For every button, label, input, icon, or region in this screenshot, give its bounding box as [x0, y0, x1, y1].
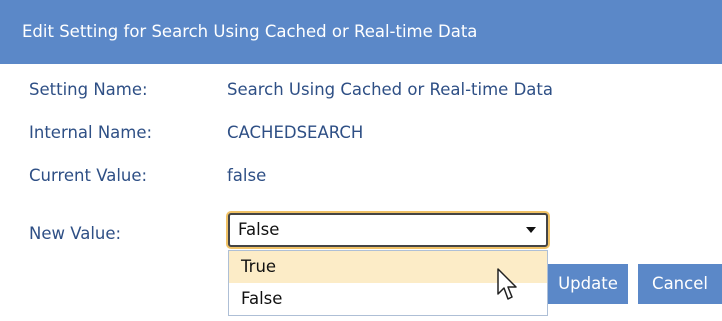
- internal-name-label: Internal Name:: [29, 123, 153, 142]
- setting-name-label: Setting Name:: [29, 80, 148, 99]
- cancel-button[interactable]: Cancel: [638, 264, 722, 304]
- new-value-select[interactable]: False: [228, 213, 548, 247]
- setting-name-value: Search Using Cached or Real-time Data: [227, 80, 553, 99]
- new-value-selected-text: False: [238, 220, 280, 239]
- current-value-label: Current Value:: [29, 166, 148, 185]
- chevron-down-icon[interactable]: [526, 227, 536, 233]
- internal-name-value: CACHEDSEARCH: [227, 123, 364, 142]
- dialog-title: Edit Setting for Search Using Cached or …: [0, 0, 722, 64]
- mouse-pointer-icon: [497, 268, 517, 300]
- update-button[interactable]: Update: [534, 264, 628, 304]
- current-value-value: false: [227, 166, 267, 185]
- new-value-label: New Value:: [29, 224, 122, 243]
- edit-setting-dialog: Edit Setting for Search Using Cached or …: [0, 0, 722, 321]
